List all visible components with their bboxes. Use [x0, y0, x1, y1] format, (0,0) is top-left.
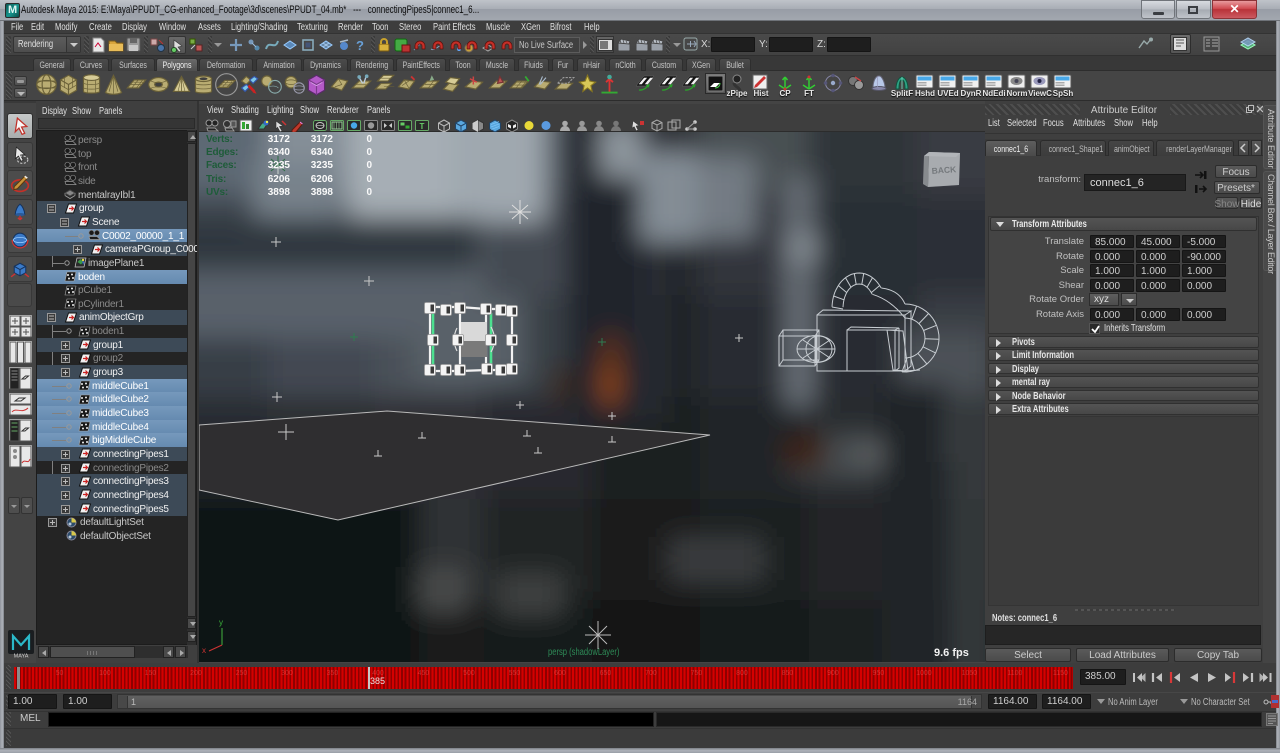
svg-text:x: x	[202, 646, 206, 655]
svg-text:MAYA: MAYA	[14, 654, 29, 660]
svg-text:BACK: BACK	[931, 164, 957, 176]
svg-text:T: T	[420, 122, 425, 131]
svg-text:y: y	[219, 618, 223, 627]
